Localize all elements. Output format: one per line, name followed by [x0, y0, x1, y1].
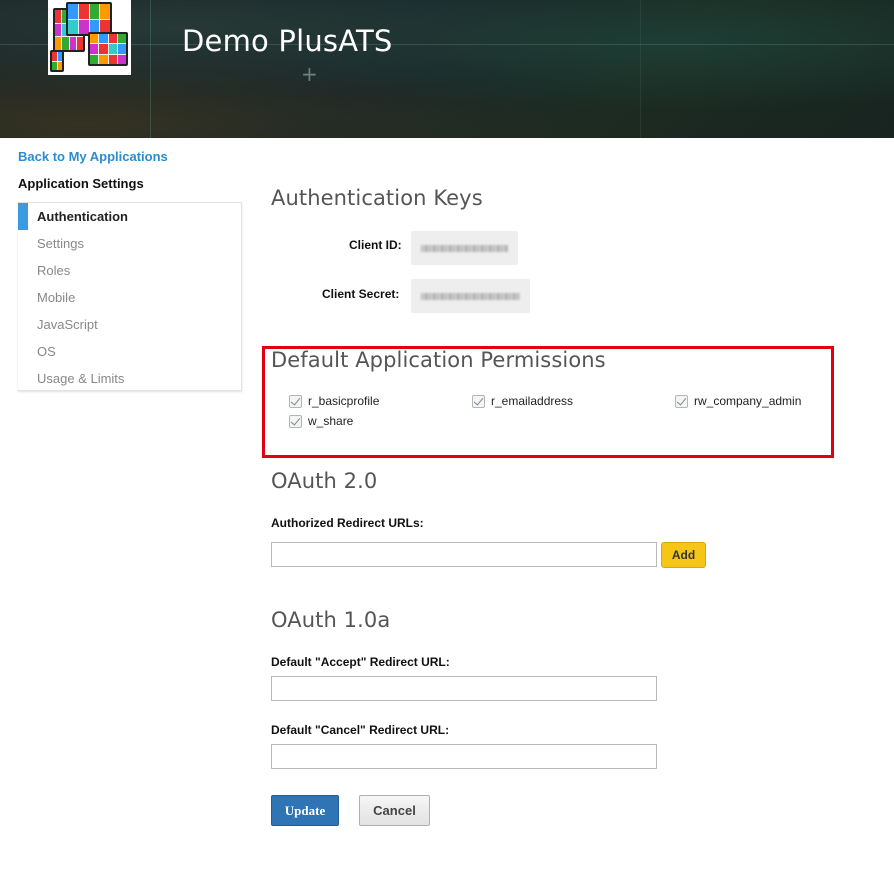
permission-label: r_emailaddress — [491, 394, 574, 408]
auth-keys-title: Authentication Keys — [271, 186, 483, 210]
permission-label: r_basicprofile — [308, 394, 380, 408]
monitor-shape — [66, 2, 112, 36]
checkbox-checked-icon[interactable] — [472, 394, 485, 408]
phone-shape — [50, 50, 64, 72]
client-secret-value-masked — [411, 279, 530, 313]
sidebar-item-settings[interactable]: Settings — [18, 230, 241, 257]
permission-rw-company-admin[interactable]: rw_company_admin — [675, 394, 801, 408]
laptop-shape — [88, 32, 128, 66]
header-decor-line — [0, 44, 894, 45]
settings-nav: Authentication Settings Roles Mobile Jav… — [18, 202, 242, 391]
cancel-redirect-input[interactable] — [271, 744, 657, 769]
oauth2-title: OAuth 2.0 — [271, 469, 378, 493]
header-decor-line — [640, 0, 641, 138]
permission-r-basicprofile[interactable]: r_basicprofile — [289, 394, 379, 408]
update-button[interactable]: Update — [271, 795, 339, 826]
header-decor-line — [150, 0, 151, 138]
permission-w-share[interactable]: w_share — [289, 414, 353, 428]
checkbox-checked-icon[interactable] — [675, 394, 688, 408]
accept-redirect-input[interactable] — [271, 676, 657, 701]
client-id-label: Client ID: — [349, 238, 402, 252]
cancel-redirect-label: Default "Cancel" Redirect URL: — [271, 723, 450, 737]
sidebar-item-roles[interactable]: Roles — [18, 257, 241, 284]
plus-decor-icon: + — [301, 62, 318, 86]
add-redirect-button[interactable]: Add — [661, 542, 706, 568]
sidebar-item-authentication[interactable]: Authentication — [18, 203, 241, 230]
sidebar-heading: Application Settings — [18, 176, 144, 191]
authorized-redirect-label: Authorized Redirect URLs: — [271, 516, 424, 530]
accept-redirect-label: Default "Accept" Redirect URL: — [271, 655, 450, 669]
sidebar-item-javascript[interactable]: JavaScript — [18, 311, 241, 338]
permission-r-emailaddress[interactable]: r_emailaddress — [472, 394, 573, 408]
checkbox-checked-icon[interactable] — [289, 394, 302, 408]
permission-label: w_share — [308, 414, 354, 428]
checkbox-checked-icon[interactable] — [289, 414, 302, 428]
permission-label: rw_company_admin — [694, 394, 802, 408]
app-title: Demo PlusATS — [182, 24, 393, 58]
client-id-value-masked — [411, 231, 518, 265]
cancel-button[interactable]: Cancel — [359, 795, 430, 826]
app-header: + Demo PlusATS — [0, 0, 894, 138]
sidebar-item-usage-limits[interactable]: Usage & Limits — [18, 365, 241, 392]
oauth1-title: OAuth 1.0a — [271, 608, 391, 632]
app-logo-devices-icon — [48, 0, 131, 75]
sidebar-item-mobile[interactable]: Mobile — [18, 284, 241, 311]
sidebar-item-os[interactable]: OS — [18, 338, 241, 365]
back-to-applications-link[interactable]: Back to My Applications — [18, 149, 168, 164]
authorized-redirect-input[interactable] — [271, 542, 657, 567]
permissions-title: Default Application Permissions — [271, 348, 606, 372]
client-secret-label: Client Secret: — [322, 287, 400, 301]
